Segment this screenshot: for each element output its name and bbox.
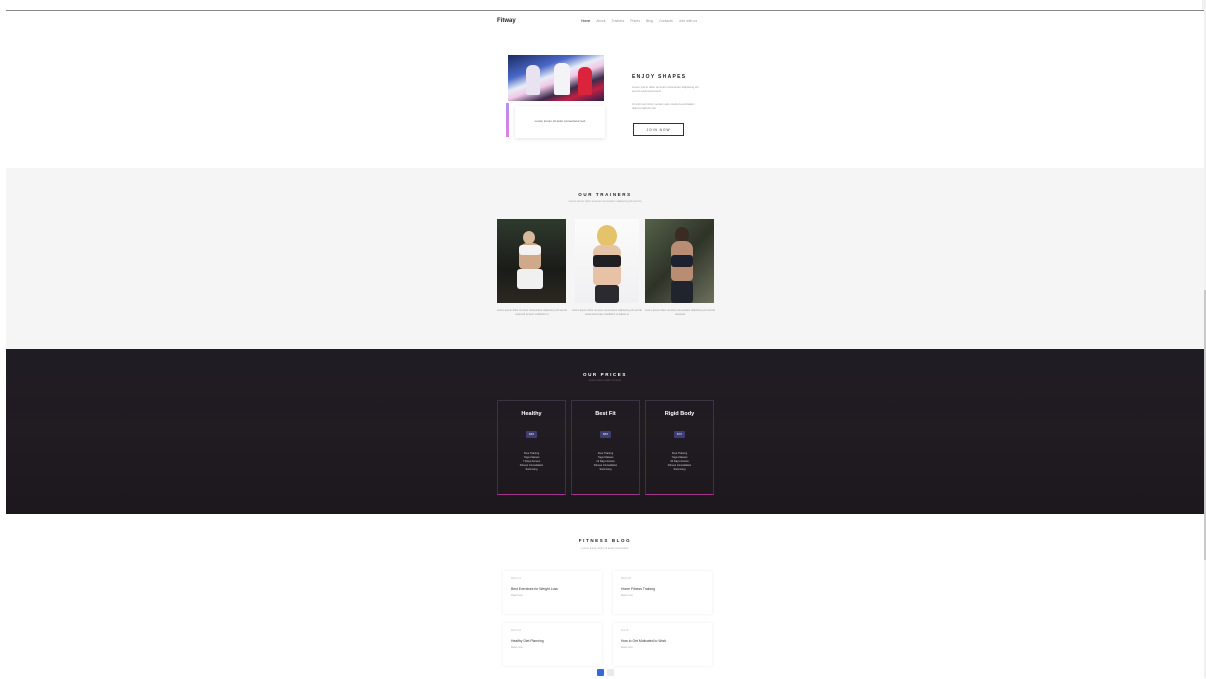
- price-plan-card[interactable]: Best Fit $50 Free Training Yoga Classes …: [571, 400, 640, 495]
- photo-figure: [526, 65, 540, 95]
- post-read-more-link[interactable]: Read more: [621, 594, 633, 597]
- trainer-caption: Lorem ipsum dolor sit amet consectetur a…: [644, 309, 716, 316]
- post-date: March 08: [621, 577, 631, 580]
- post-read-more-link[interactable]: Read more: [511, 646, 523, 649]
- intro-paragraph: Ut enim ad minim veniam quis nostrud exe…: [632, 102, 695, 110]
- trainer-shorts: [595, 285, 619, 303]
- plan-feature: Swimming: [599, 468, 612, 471]
- site-logo[interactable]: Fitway: [497, 18, 516, 24]
- blog-post-card[interactable]: March 08 Home Fitness Training Read more: [613, 571, 712, 614]
- page-button[interactable]: 2: [607, 669, 614, 676]
- prices-section: OUR PRICES Lorem ipsum dolor sit amet He…: [6, 349, 1204, 514]
- trainer-caption: Lorem ipsum dolor sit amet consectetur a…: [571, 309, 643, 316]
- trainer-top: [519, 245, 541, 255]
- price-plan-card[interactable]: Rigid Body $70 Free Training Yoga Classe…: [645, 400, 714, 495]
- trainer-leggings: [671, 281, 693, 303]
- plan-name: Best Fit: [595, 411, 616, 417]
- trainers-title: OUR TRAINERS: [578, 192, 632, 197]
- nav-menu: Home About Trainers Prices Blog Contacts…: [581, 19, 697, 23]
- intro-gym-photo: [508, 55, 604, 101]
- blog-post-card[interactable]: March 02 Healthy Diet Planning Read more: [503, 623, 602, 666]
- plan-price: $70: [674, 431, 685, 438]
- trainer-top: [593, 255, 621, 267]
- post-title[interactable]: Healthy Diet Planning: [511, 639, 544, 643]
- intro-caption-text: Lorem ipsum sit dolor consectetur text: [534, 119, 586, 123]
- post-read-more-link[interactable]: Read more: [511, 594, 523, 597]
- price-plan-card[interactable]: Healthy $30 Free Training Yoga Classes 7…: [497, 400, 566, 495]
- blog-title: FITNESS BLOG: [578, 538, 632, 543]
- intro-caption-card: Lorem ipsum sit dolor consectetur text: [515, 106, 605, 138]
- nav-trainers[interactable]: Trainers: [612, 19, 625, 23]
- intro-paragraph: Lorem ipsum dolor sit amet consectetur a…: [632, 85, 699, 93]
- nav-contacts[interactable]: Contacts: [659, 19, 673, 23]
- nav-home[interactable]: Home: [581, 19, 590, 23]
- page-button[interactable]: 1: [597, 669, 604, 676]
- trainer-photo[interactable]: [645, 219, 714, 303]
- post-title[interactable]: Home Fitness Training: [621, 587, 655, 591]
- post-date: Feb 26: [621, 629, 629, 632]
- plan-price: $30: [526, 431, 537, 438]
- plan-name: Rigid Body: [664, 411, 695, 417]
- nav-prices[interactable]: Prices: [630, 19, 640, 23]
- nav-blog[interactable]: Blog: [646, 19, 653, 23]
- blog-post-card[interactable]: March 12 Best Exercises for Weight Loss …: [503, 571, 602, 614]
- photo-figure: [554, 63, 570, 95]
- nav-join[interactable]: Join with us: [679, 19, 697, 23]
- plan-name: Healthy: [521, 411, 542, 417]
- post-title[interactable]: Best Exercises for Weight Loss: [511, 587, 558, 591]
- trainer-head: [597, 225, 617, 247]
- join-now-button[interactable]: JOIN NOW: [633, 123, 684, 136]
- blog-pagination: 1 2: [597, 669, 614, 676]
- trainer-photo[interactable]: [575, 219, 639, 303]
- post-title[interactable]: How to Get Motivated to Work: [621, 639, 666, 643]
- plan-price: $50: [600, 431, 611, 438]
- nav-about[interactable]: About: [596, 19, 605, 23]
- post-read-more-link[interactable]: Read more: [621, 646, 633, 649]
- post-date: March 02: [511, 629, 521, 632]
- blog-subtitle: Lorem ipsum dolor sit amet consectetur: [581, 547, 629, 550]
- plan-feature: Swimming: [525, 468, 538, 471]
- prices-subtitle: Lorem ipsum dolor sit amet: [588, 379, 622, 382]
- trainers-section: OUR TRAINERS Lorem ipsum dolor sit amet …: [6, 168, 1204, 349]
- page: Fitway Home About Trainers Prices Blog C…: [6, 10, 1204, 679]
- trainer-top: [671, 255, 693, 267]
- post-date: March 12: [511, 577, 521, 580]
- trainer-photo[interactable]: [497, 219, 566, 303]
- trainer-shorts: [517, 269, 543, 289]
- intro-title: ENJOY SHAPES: [632, 74, 687, 80]
- top-navigation: Fitway Home About Trainers Prices Blog C…: [497, 18, 717, 30]
- plan-feature: Swimming: [673, 468, 686, 471]
- trainers-subtitle: Lorem ipsum dolor sit amet consectetur a…: [568, 200, 642, 203]
- blog-post-card[interactable]: Feb 26 How to Get Motivated to Work Read…: [613, 623, 712, 666]
- trainer-caption: Lorem ipsum dolor sit amet consectetur a…: [496, 309, 568, 316]
- photo-figure: [578, 67, 592, 95]
- prices-title: OUR PRICES: [582, 372, 627, 377]
- intro-accent-bar: [506, 103, 509, 137]
